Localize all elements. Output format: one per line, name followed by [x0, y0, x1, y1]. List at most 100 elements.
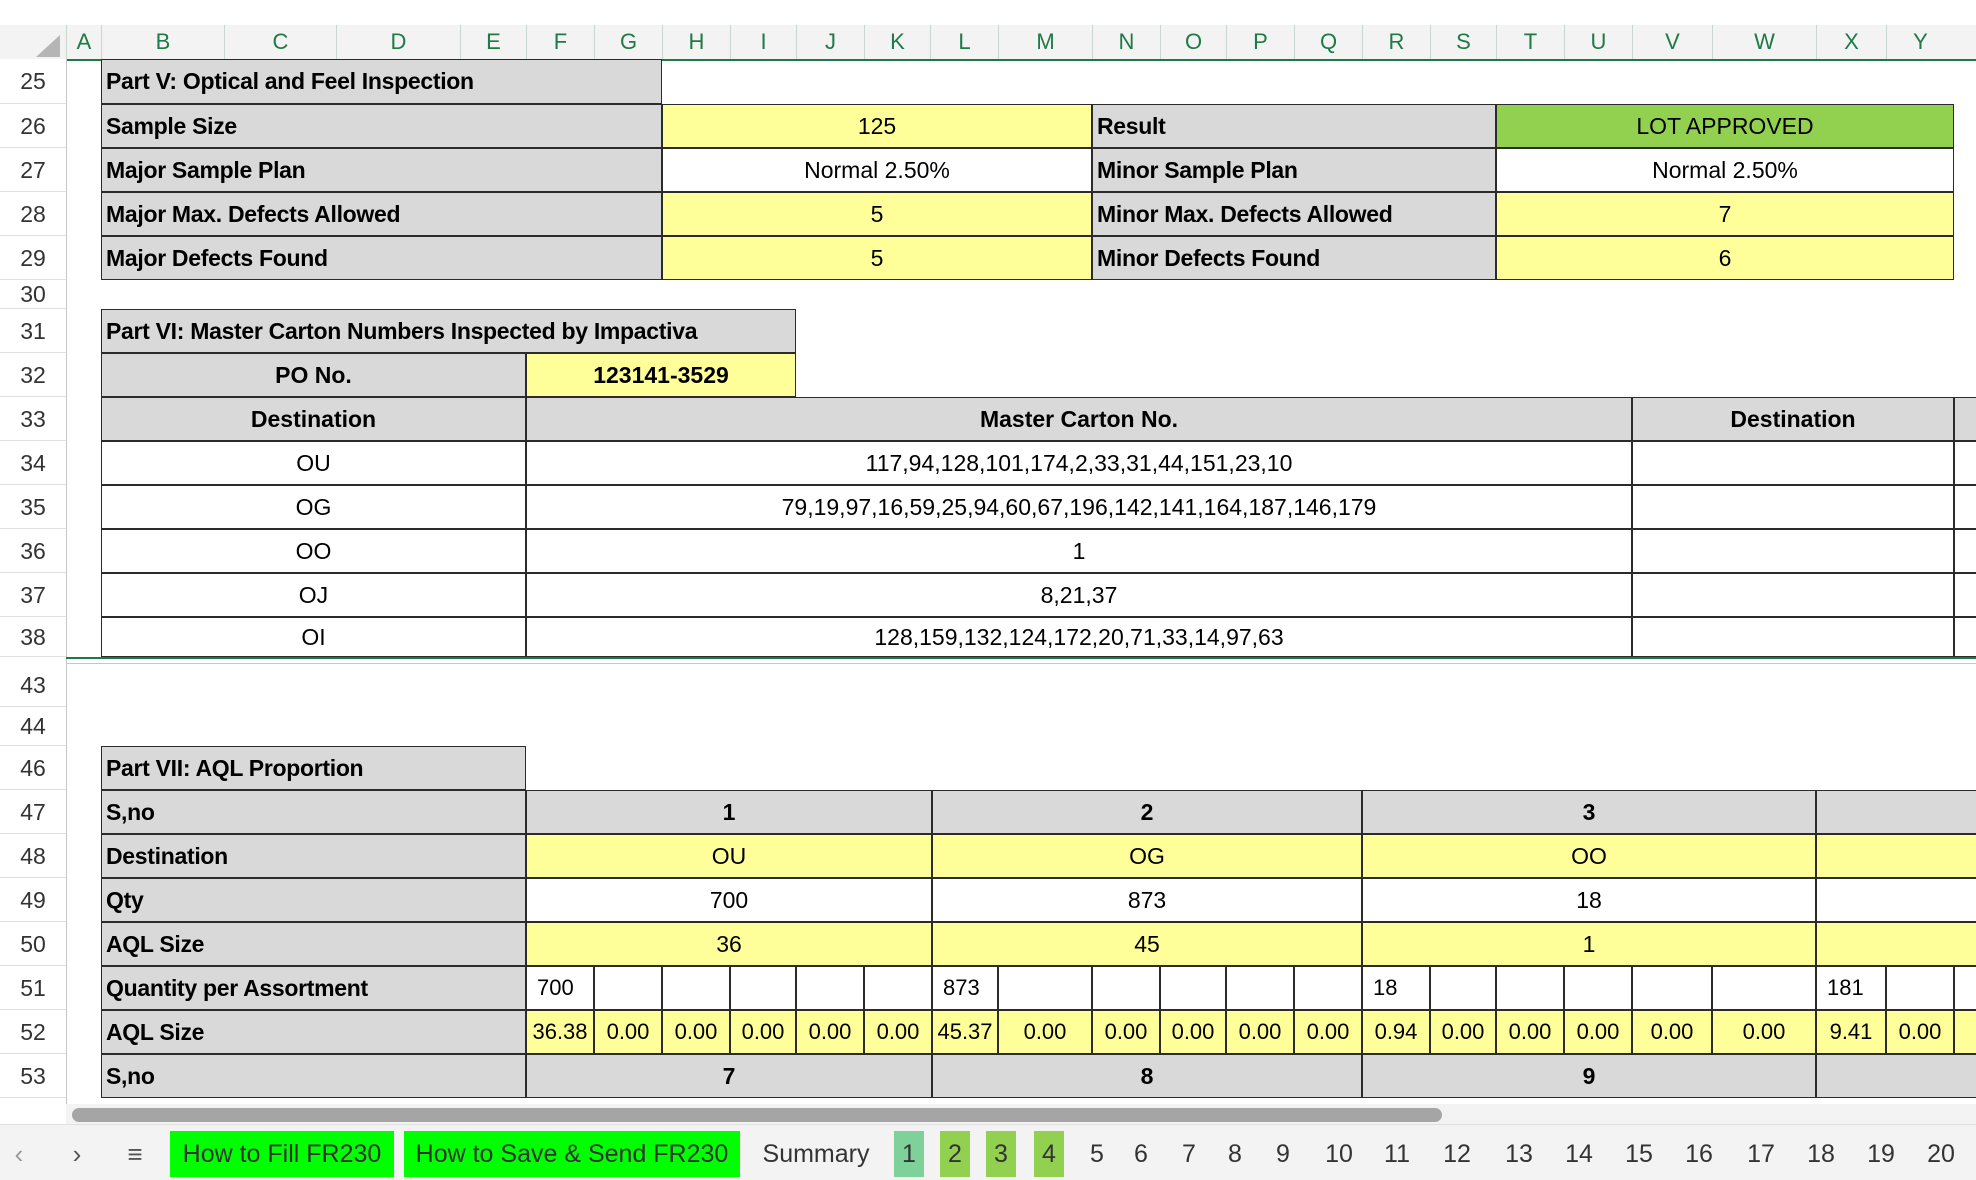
row-header-33[interactable]: 33	[0, 397, 66, 441]
aql-value-cell-19[interactable]: 0.00	[1886, 1010, 1954, 1054]
dest-header[interactable]: Destination	[101, 397, 526, 441]
aql-group-qty-1[interactable]: 873	[932, 878, 1362, 922]
qpa-cell-3[interactable]	[730, 966, 796, 1010]
qpa-cell-9[interactable]	[1160, 966, 1226, 1010]
column-header-o[interactable]: O	[1160, 25, 1226, 59]
column-header-y[interactable]: Y	[1886, 25, 1954, 59]
row-header-36[interactable]: 36	[0, 529, 66, 573]
aql-value-cell-3[interactable]: 0.00	[730, 1010, 796, 1054]
po-label[interactable]: PO No.	[101, 353, 526, 397]
column-header-l[interactable]: L	[930, 25, 998, 59]
column-header-p[interactable]: P	[1226, 25, 1294, 59]
qpa-cell-12[interactable]: 18	[1362, 966, 1430, 1010]
aql-value-cell-11[interactable]: 0.00	[1294, 1010, 1362, 1054]
carton-header[interactable]: Master Carton No.	[526, 397, 1632, 441]
carton-dest2-3[interactable]	[1632, 573, 1954, 617]
carton-overflow-3[interactable]	[1954, 573, 1976, 617]
horizontal-scrollbar-thumb[interactable]	[72, 1108, 1442, 1122]
tab-how-to-fill[interactable]: How to Fill FR230	[170, 1131, 394, 1177]
aql-value-cell-13[interactable]: 0.00	[1430, 1010, 1496, 1054]
aql-group-size-0[interactable]: 36	[526, 922, 932, 966]
row-header-47[interactable]: 47	[0, 790, 66, 834]
row-header-35[interactable]: 35	[0, 485, 66, 529]
result-label[interactable]: Result	[1092, 104, 1496, 148]
carton-overflow-2[interactable]	[1954, 529, 1976, 573]
tab-sheet-16[interactable]: 16	[1678, 1131, 1720, 1177]
major-plan-label[interactable]: Major Sample Plan	[101, 148, 662, 192]
column-header-g[interactable]: G	[594, 25, 662, 59]
carton-numbers-1[interactable]: 79,19,97,16,59,25,94,60,67,196,142,141,1…	[526, 485, 1632, 529]
part7-title[interactable]: Part VII: AQL Proportion	[101, 746, 526, 790]
po-value[interactable]: 123141-3529	[526, 353, 796, 397]
aql-value-cell-8[interactable]: 0.00	[1092, 1010, 1160, 1054]
tab-sheet-4[interactable]: 4	[1034, 1131, 1064, 1177]
row-header-50[interactable]: 50	[0, 922, 66, 966]
aql-size-label-2[interactable]: AQL Size	[101, 1010, 526, 1054]
sno-label[interactable]: S,no	[101, 790, 526, 834]
carton-numbers-0[interactable]: 117,94,128,101,174,2,33,31,44,151,23,10	[526, 441, 1632, 485]
aql-value-cell-10[interactable]: 0.00	[1226, 1010, 1294, 1054]
tab-sheet-2[interactable]: 2	[940, 1131, 970, 1177]
aql-value-cell-6[interactable]: 45.37	[932, 1010, 998, 1054]
row-header-43[interactable]: 43	[0, 663, 66, 707]
dest-header-2[interactable]: Destination	[1632, 397, 1954, 441]
qpa-label[interactable]: Quantity per Assortment	[101, 966, 526, 1010]
part5-title[interactable]: Part V: Optical and Feel Inspection	[101, 59, 662, 104]
qpa-cell-16[interactable]	[1632, 966, 1712, 1010]
aql-group-size-2[interactable]: 1	[1362, 922, 1816, 966]
aql-value-cell-0[interactable]: 36.38	[526, 1010, 594, 1054]
carton-overflow-4[interactable]	[1954, 617, 1976, 657]
aql-group-size-1[interactable]: 45	[932, 922, 1362, 966]
qpa-cell-1[interactable]	[594, 966, 662, 1010]
row-header-30[interactable]: 30	[0, 280, 66, 309]
tab-sheet-18[interactable]: 18	[1800, 1131, 1842, 1177]
minor-found-label[interactable]: Minor Defects Found	[1092, 236, 1496, 280]
aql-value-cell-9[interactable]: 0.00	[1160, 1010, 1226, 1054]
column-header-x[interactable]: X	[1816, 25, 1886, 59]
next-sheet-icon[interactable]: ›	[62, 1131, 92, 1177]
row-header-28[interactable]: 28	[0, 192, 66, 236]
aql-group-qty-2[interactable]: 18	[1362, 878, 1816, 922]
row-header-53[interactable]: 53	[0, 1054, 66, 1098]
qpa-cell-15[interactable]	[1564, 966, 1632, 1010]
tab-sheet-11[interactable]: 11	[1376, 1131, 1418, 1177]
part6-title[interactable]: Part VI: Master Carton Numbers Inspected…	[101, 309, 796, 353]
aql-group-qty-3[interactable]	[1816, 878, 1976, 922]
qpa-cell-6[interactable]: 873	[932, 966, 998, 1010]
column-header-b[interactable]: B	[101, 25, 224, 59]
aql-group-sno2-0[interactable]: 7	[526, 1054, 932, 1098]
qpa-cell-8[interactable]	[1092, 966, 1160, 1010]
row-header-51[interactable]: 51	[0, 966, 66, 1010]
select-all-corner[interactable]	[0, 25, 68, 59]
qpa-cell-5[interactable]	[864, 966, 932, 1010]
row-header-29[interactable]: 29	[0, 236, 66, 280]
column-header-m[interactable]: M	[998, 25, 1092, 59]
aql-value-cell-1[interactable]: 0.00	[594, 1010, 662, 1054]
column-header-c[interactable]: C	[224, 25, 336, 59]
tab-sheet-19[interactable]: 19	[1860, 1131, 1902, 1177]
row-header-26[interactable]: 26	[0, 104, 66, 148]
carton-dest2-4[interactable]	[1632, 617, 1954, 657]
column-header-u[interactable]: U	[1564, 25, 1632, 59]
carton-dest-2[interactable]: OO	[101, 529, 526, 573]
destination-label[interactable]: Destination	[101, 834, 526, 878]
qpa-cell-11[interactable]	[1294, 966, 1362, 1010]
sample-size-value[interactable]: 125	[662, 104, 1092, 148]
qpa-overflow[interactable]	[1954, 966, 1976, 1010]
column-header-i[interactable]: I	[730, 25, 796, 59]
row-header-31[interactable]: 31	[0, 309, 66, 353]
aql-group-size-3[interactable]	[1816, 922, 1976, 966]
row-header-44[interactable]: 44	[0, 707, 66, 746]
carton-dest2-0[interactable]	[1632, 441, 1954, 485]
row-header-27[interactable]: 27	[0, 148, 66, 192]
column-header-d[interactable]: D	[336, 25, 460, 59]
row-header-49[interactable]: 49	[0, 878, 66, 922]
qpa-cell-19[interactable]	[1886, 966, 1954, 1010]
tab-sheet-20[interactable]: 20	[1920, 1131, 1962, 1177]
carton-dest2-1[interactable]	[1632, 485, 1954, 529]
aql-value-cell-15[interactable]: 0.00	[1564, 1010, 1632, 1054]
column-header-q[interactable]: Q	[1294, 25, 1362, 59]
aql-value-cell-17[interactable]: 0.00	[1712, 1010, 1816, 1054]
row-header-37[interactable]: 37	[0, 573, 66, 617]
qpa-cell-13[interactable]	[1430, 966, 1496, 1010]
